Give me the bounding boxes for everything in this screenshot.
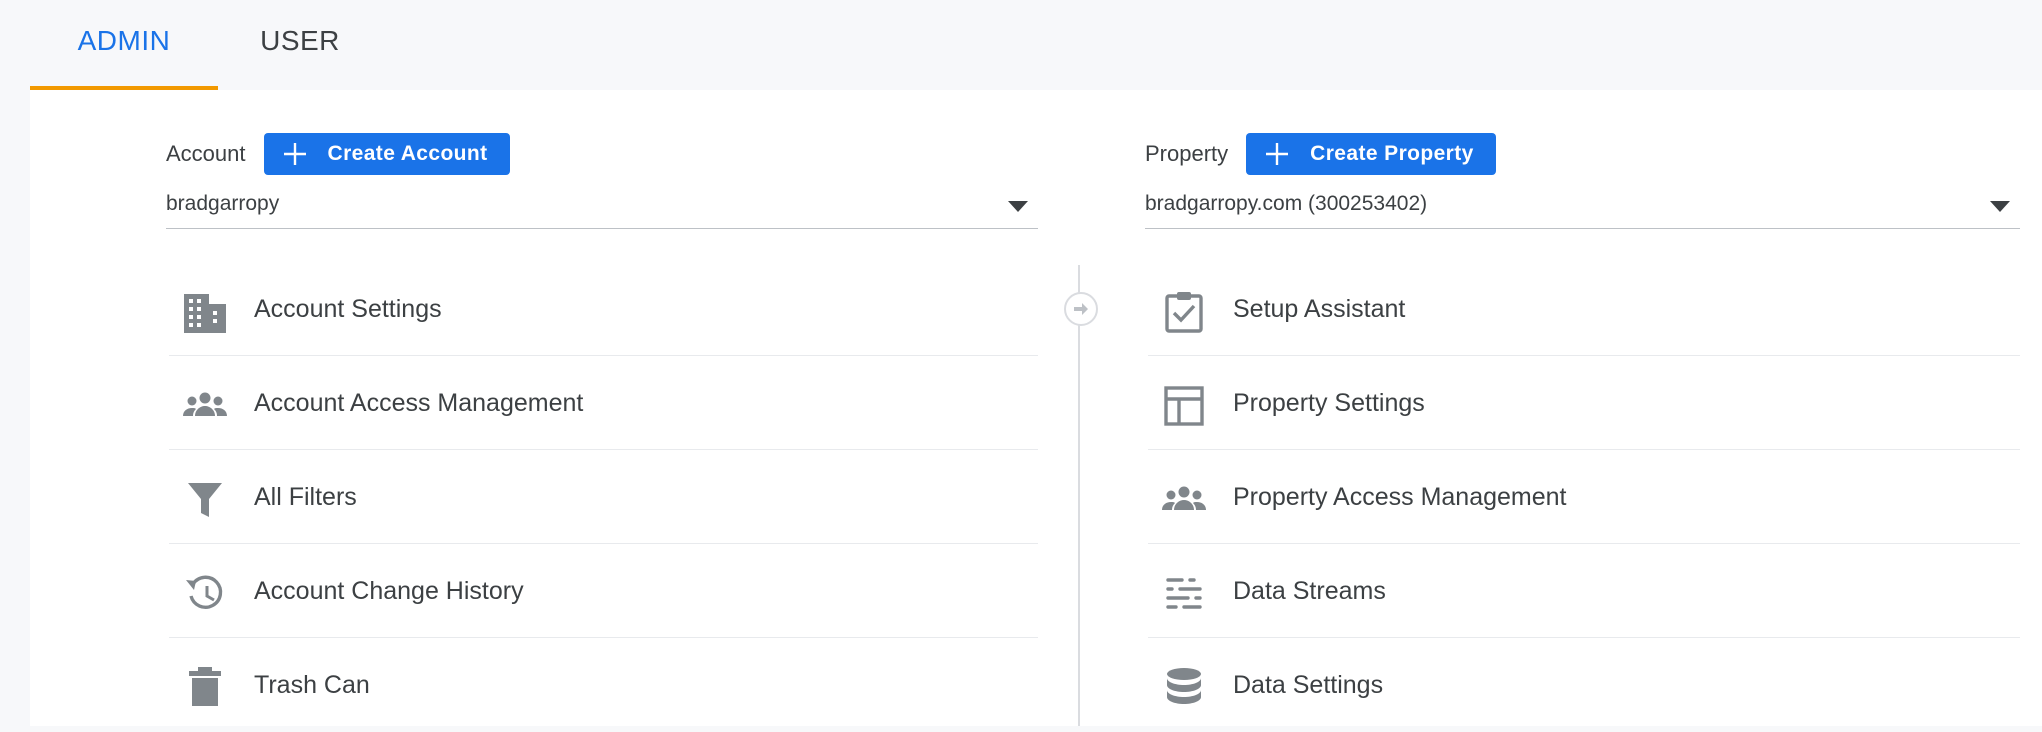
account-change-history-item[interactable]: Account Change History (169, 544, 1038, 638)
tab-user[interactable]: USER (235, 0, 365, 90)
create-property-button[interactable]: Create Property (1246, 133, 1496, 175)
admin-panel: Account Create Account bradgarropy Accou… (30, 90, 2042, 726)
plus-icon (1266, 143, 1289, 165)
create-account-label: Create Account (327, 142, 488, 165)
people-icon (1162, 486, 1206, 510)
create-property-label: Create Property (1310, 142, 1474, 165)
property-access-management-item[interactable]: Property Access Management (1148, 450, 2020, 544)
plus-icon (283, 143, 306, 165)
setup-assistant-item[interactable]: Setup Assistant (1148, 262, 2020, 356)
caret-down-icon (1990, 201, 2010, 212)
property-label: Property (1145, 141, 1229, 166)
property-column: Property Create Property bradgarropy.com… (1145, 90, 2020, 726)
account-label: Account (166, 141, 246, 166)
history-icon (186, 575, 223, 609)
arrow-right-icon (1064, 292, 1098, 326)
setup-assistant-label: Setup Assistant (1233, 295, 1406, 323)
account-column: Account Create Account bradgarropy Accou… (166, 90, 1038, 726)
data-streams-item[interactable]: Data Streams (1148, 544, 2020, 638)
all-filters-item[interactable]: All Filters (169, 450, 1038, 544)
filter-icon (188, 483, 222, 517)
account-menu: Account Settings Account Access Manageme… (169, 262, 1038, 731)
database-icon (1167, 668, 1201, 704)
create-account-button[interactable]: Create Account (263, 133, 510, 175)
all-filters-label: All Filters (254, 483, 357, 511)
account-access-management-label: Account Access Management (254, 389, 584, 417)
tab-bar: ADMIN USER (0, 0, 2042, 90)
property-selector[interactable]: bradgarropy.com (300253402) (1145, 190, 2020, 229)
trash-icon (189, 667, 221, 706)
clipboard-check-icon (1165, 292, 1203, 333)
account-selector[interactable]: bradgarropy (166, 190, 1038, 229)
property-access-management-label: Property Access Management (1233, 483, 1567, 511)
trash-can-item[interactable]: Trash Can (169, 638, 1038, 731)
streams-icon (1166, 578, 1202, 609)
trash-can-label: Trash Can (254, 671, 370, 699)
account-header: Account Create Account (166, 133, 510, 175)
account-selected-value: bradgarropy (166, 192, 280, 215)
data-streams-label: Data Streams (1233, 577, 1386, 605)
column-divider (1078, 265, 1080, 726)
account-access-management-item[interactable]: Account Access Management (169, 356, 1038, 450)
property-settings-label: Property Settings (1233, 389, 1425, 417)
data-settings-label: Data Settings (1233, 671, 1384, 699)
account-settings-item[interactable]: Account Settings (169, 262, 1038, 356)
data-settings-item[interactable]: Data Settings (1148, 638, 2020, 731)
people-icon (183, 392, 227, 416)
account-settings-label: Account Settings (254, 295, 442, 323)
caret-down-icon (1008, 201, 1028, 212)
property-menu: Setup Assistant Property Settings Proper… (1148, 262, 2020, 731)
account-change-history-label: Account Change History (254, 577, 524, 605)
property-selected-value: bradgarropy.com (300253402) (1145, 192, 1428, 215)
property-header: Property Create Property (1145, 133, 1496, 175)
tab-admin[interactable]: ADMIN (30, 0, 218, 90)
layout-icon (1164, 386, 1204, 426)
property-settings-item[interactable]: Property Settings (1148, 356, 2020, 450)
building-icon (184, 294, 226, 333)
